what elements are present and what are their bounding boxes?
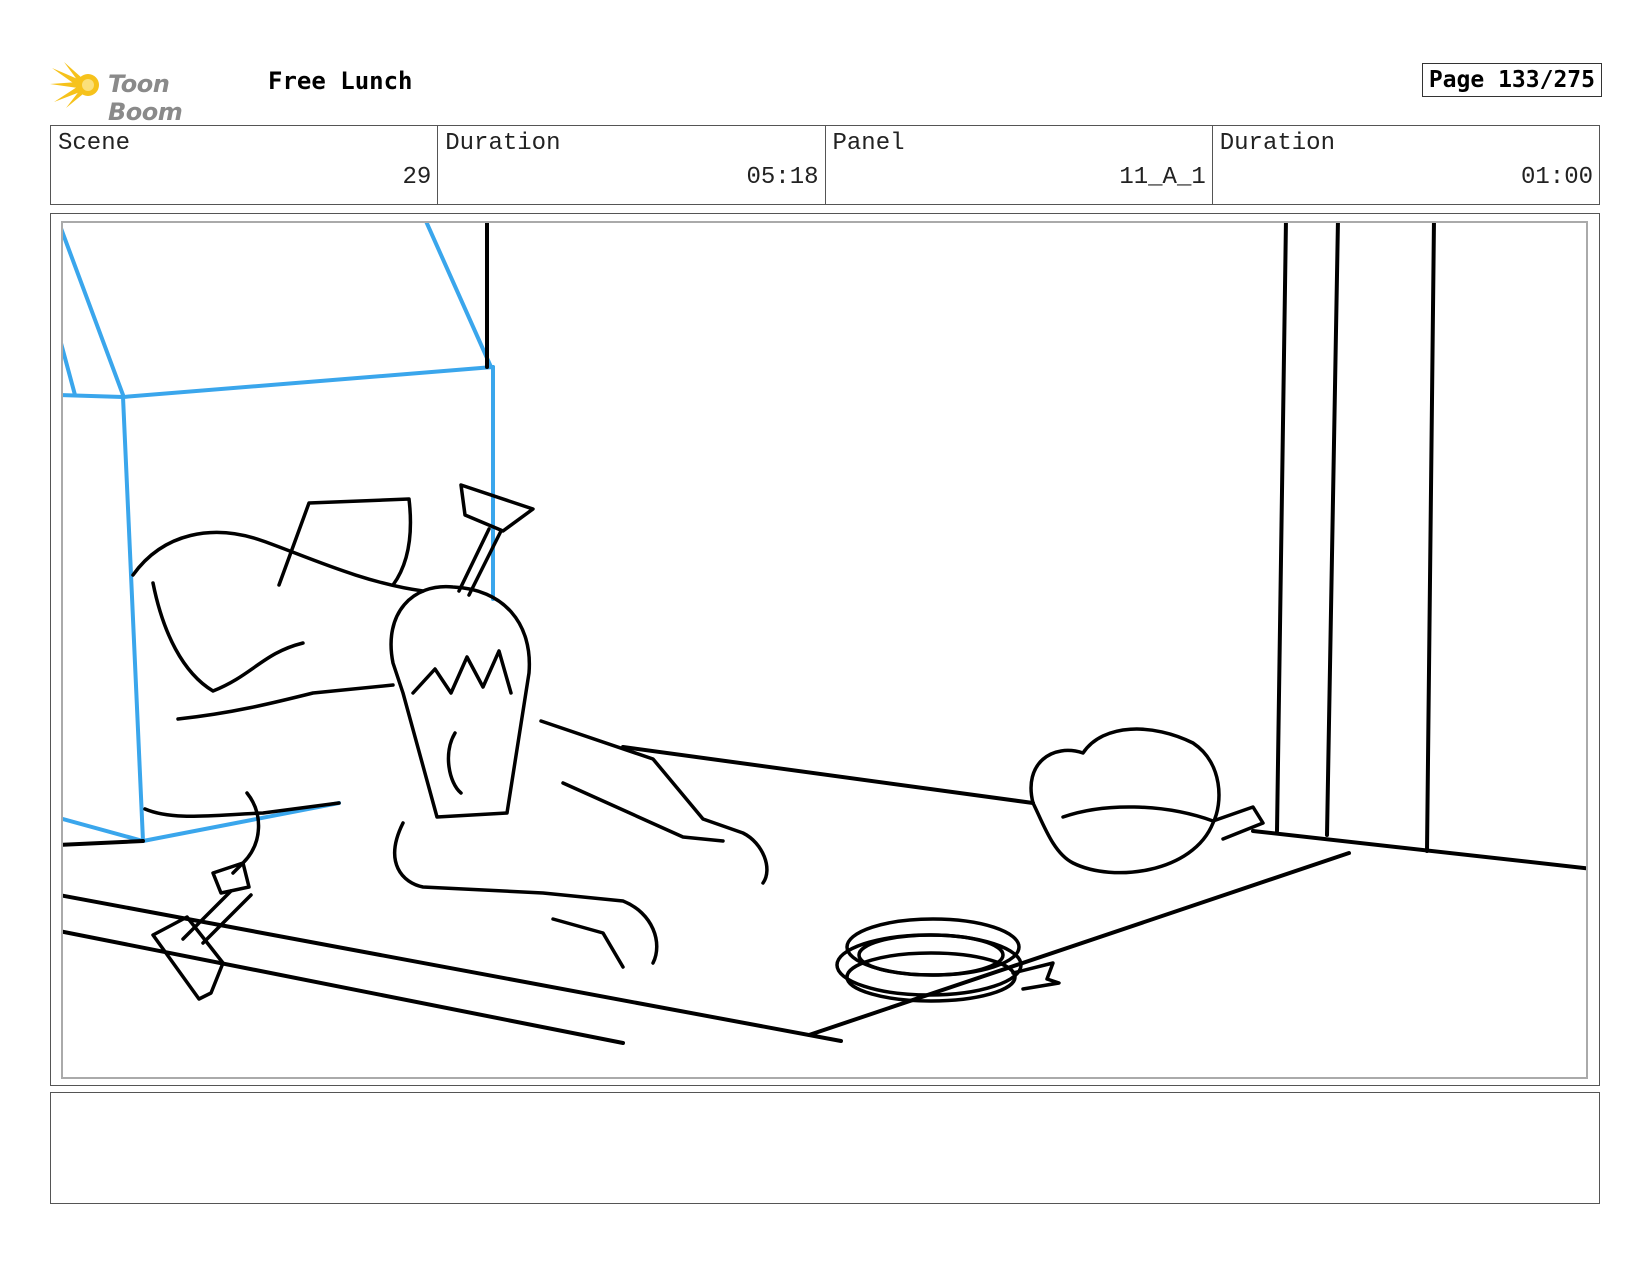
- starburst-icon: [50, 62, 99, 108]
- panel-info-table: Scene 29 Duration 05:18 Panel 11_A_1 Dur…: [50, 125, 1600, 205]
- blue-box-sketch: [63, 223, 495, 843]
- panel-value: 11_A_1: [1119, 164, 1206, 191]
- panel-duration-cell: Duration 01:00: [1213, 126, 1599, 204]
- logo-text: Toon Boom: [108, 70, 183, 126]
- panel-sketch: [63, 223, 1586, 1045]
- panel-duration-value: 01:00: [1520, 164, 1593, 191]
- scene-cell: Scene 29: [51, 126, 439, 204]
- room-sketch: [63, 223, 1586, 1045]
- panel-cell: Panel 11_A_1: [826, 126, 1213, 204]
- storyboard-header: Toon Boom Free Lunch Page 133/275: [50, 55, 1602, 126]
- storyboard-panel-frame: [50, 213, 1600, 1086]
- characters-sketch: [131, 483, 1265, 1003]
- project-title: Free Lunch: [268, 67, 413, 95]
- panel-notes-box[interactable]: [50, 1092, 1600, 1204]
- panel-safe-area: [61, 221, 1588, 1079]
- scene-duration-cell: Duration 05:18: [438, 126, 826, 204]
- scene-value: 29: [402, 164, 432, 191]
- toon-boom-logo: Toon Boom: [50, 60, 250, 126]
- scene-duration-label: Duration: [445, 130, 561, 157]
- panel-label: Panel: [832, 130, 905, 157]
- panel-duration-label: Duration: [1219, 130, 1335, 157]
- scene-label: Scene: [58, 130, 131, 157]
- page-number: Page 133/275: [1421, 63, 1602, 97]
- scene-duration-value: 05:18: [746, 164, 819, 191]
